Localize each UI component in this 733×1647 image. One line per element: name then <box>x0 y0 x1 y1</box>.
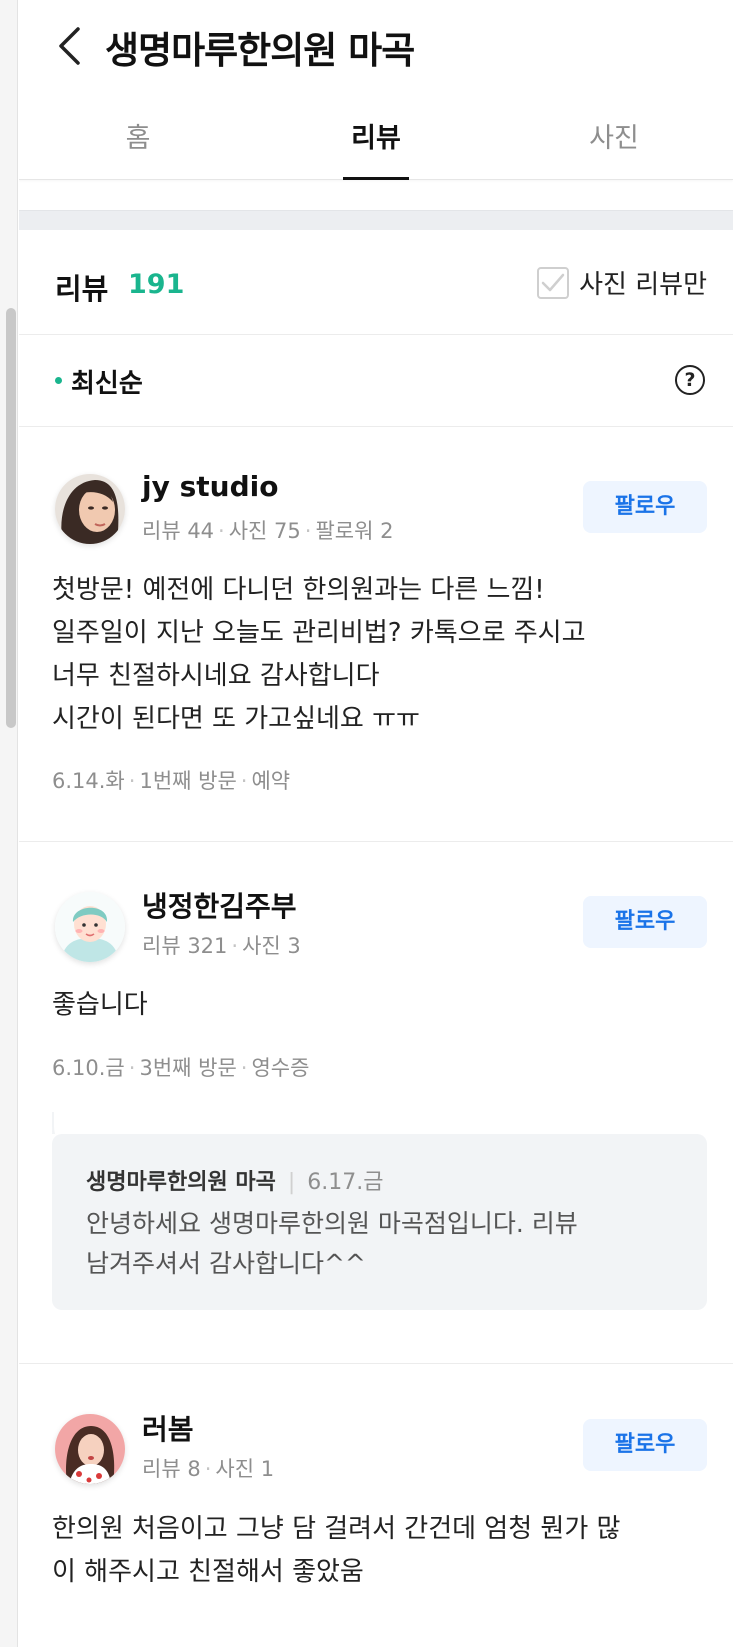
photo-review-checkbox[interactable] <box>537 266 570 299</box>
reply-text-line: 안녕하세요 생명마루한의원 마곡점입니다. 리뷰 <box>86 1209 578 1238</box>
reply-owner-name: 생명마루한의원 마곡 <box>86 1170 276 1195</box>
woman-face-illustration-avatar <box>55 474 125 544</box>
review-text-line: 일주일이 지난 오늘도 관리비법? 카톡으로 주시고 <box>52 618 586 648</box>
reply-notch <box>52 1112 82 1134</box>
user-avatar[interactable] <box>55 474 125 544</box>
reply-text-line: 남겨주셔서 감사합니다^^ <box>86 1249 366 1278</box>
page-header: 생명마루한의원 마곡 홈 리뷰 사진 <box>19 0 733 180</box>
reviewer-stats: 리뷰 44 · 사진 75 · 팔로워 2 <box>142 519 394 543</box>
reviewer-stats: 리뷰 8 · 사진 1 <box>142 1457 275 1481</box>
review-text-line: 이 해주시고 친절해서 좋았움 <box>52 1557 364 1587</box>
review-text-line: 한의원 처음이고 그냥 담 걸려서 간건데 엄청 뭔가 많 <box>52 1514 621 1544</box>
checkmark-icon <box>541 273 565 291</box>
back-button[interactable] <box>49 22 89 70</box>
owner-reply: 생명마루한의원 마곡 | 6.17.금 안녕하세요 생명마루한의원 마곡점입니다. … <box>52 1112 707 1310</box>
review-text: 좋습니다 <box>52 984 707 1027</box>
reviewer-review-count: 리뷰 44 <box>142 519 215 543</box>
visit-type: 영수증 <box>251 1056 310 1080</box>
sort-latest-button[interactable]: 최신순 <box>71 363 143 400</box>
help-icon[interactable]: ? <box>675 365 705 395</box>
section-divider <box>19 210 733 230</box>
tab-reviews[interactable]: 리뷰 <box>257 100 495 180</box>
left-rail <box>0 0 18 1647</box>
review-text-line: 첫방문! 예전에 다니던 한의원과는 다른 느낌! <box>52 575 545 605</box>
scrollbar-thumb[interactable] <box>6 308 16 728</box>
visit-info: 6.14.화 · 1번째 방문 · 예약 <box>52 769 291 793</box>
visit-count: 1번째 방문 <box>139 769 237 793</box>
reviewer-photo-count: 사진 75 <box>228 519 301 543</box>
review-section-title: 리뷰 <box>55 272 109 306</box>
sort-indicator-dot <box>55 377 62 384</box>
visit-info: 6.10.금 · 3번째 방문 · 영수증 <box>52 1056 310 1080</box>
visit-type: 예약 <box>251 769 291 793</box>
cartoon-person-avatar <box>55 892 125 962</box>
review-header: 리뷰 191 사진 리뷰만 <box>19 230 733 335</box>
review-count: 191 <box>128 269 185 300</box>
reviewer-photo-count: 사진 1 <box>215 1457 275 1481</box>
review-text-line: 좋습니다 <box>52 990 148 1020</box>
follow-button[interactable]: 팔로우 <box>583 1419 707 1471</box>
review-text: 한의원 처음이고 그냥 담 걸려서 간건데 엄청 뭔가 많 이 해주시고 친절해… <box>52 1508 707 1594</box>
reviewer-stats: 리뷰 321 · 사진 3 <box>142 934 301 958</box>
visit-count: 3번째 방문 <box>139 1056 237 1080</box>
review-text: 첫방문! 예전에 다니던 한의원과는 다른 느낌! 일주일이 지난 오늘도 관리… <box>52 569 707 741</box>
follow-button[interactable]: 팔로우 <box>583 896 707 948</box>
reviewer-review-count: 리뷰 8 <box>142 1457 201 1481</box>
photo-review-only-label: 사진 리뷰만 <box>579 270 707 300</box>
reviewer-name[interactable]: 냉정한김주부 <box>142 885 297 925</box>
review-item: 러봄 리뷰 8 · 사진 1 팔로우 한의원 처음이고 그냥 담 걸려서 간건데 엄… <box>19 1364 733 1604</box>
visit-date: 6.14.화 <box>52 769 125 793</box>
chevron-left-icon <box>59 27 80 65</box>
reply-date: 6.17.금 <box>307 1170 384 1195</box>
woman-photo-avatar <box>55 1414 125 1484</box>
reply-text: 안녕하세요 생명마루한의원 마곡점입니다. 리뷰 남겨주셔서 감사합니다^^ <box>86 1204 679 1284</box>
place-review-page: 생명마루한의원 마곡 홈 리뷰 사진 리뷰 191 사진 리뷰만 최신순 ? j… <box>19 0 733 1647</box>
page-title: 생명마루한의원 마곡 <box>105 29 415 72</box>
review-item: 냉정한김주부 리뷰 321 · 사진 3 팔로우 좋습니다 6.10.금 · 3번째 방… <box>19 842 733 1364</box>
follow-button[interactable]: 팔로우 <box>583 481 707 533</box>
reviewer-photo-count: 사진 3 <box>242 934 301 958</box>
user-avatar[interactable] <box>55 892 125 962</box>
reviewer-follower-count: 팔로워 2 <box>315 519 394 543</box>
tab-bar: 홈 리뷰 사진 <box>19 100 733 180</box>
tab-photos[interactable]: 사진 <box>495 100 733 180</box>
review-text-line: 너무 친절하시네요 감사합니다 <box>52 661 380 691</box>
reviewer-name[interactable]: 러봄 <box>142 1408 194 1448</box>
review-text-line: 시간이 된다면 또 가고싶네요 ㅠㅠ <box>52 704 420 734</box>
reviewer-review-count: 리뷰 321 <box>142 934 228 958</box>
reviewer-name[interactable]: jy studio <box>142 470 278 503</box>
sort-row: 최신순 ? <box>19 335 733 427</box>
tab-home[interactable]: 홈 <box>19 100 257 180</box>
review-item: jy studio 리뷰 44 · 사진 75 · 팔로워 2 팔로우 첫방문! 예전에… <box>19 427 733 842</box>
photo-review-only-toggle[interactable]: 사진 리뷰만 <box>537 264 707 301</box>
reply-header: 생명마루한의원 마곡 | 6.17.금 <box>86 1170 384 1195</box>
user-avatar[interactable] <box>55 1414 125 1484</box>
visit-date: 6.10.금 <box>52 1056 125 1080</box>
